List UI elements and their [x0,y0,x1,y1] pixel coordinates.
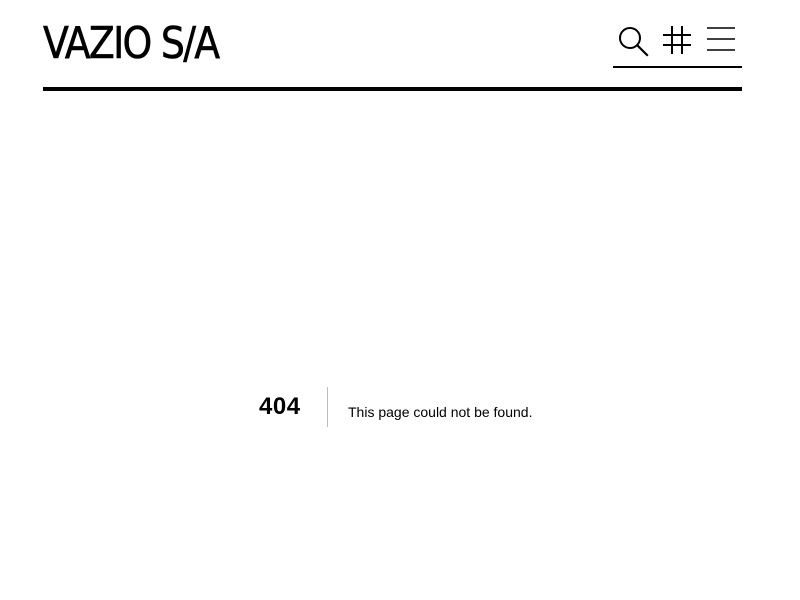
search-button[interactable] [616,24,650,58]
header-divider [43,87,742,91]
error-code: 404 [259,393,301,420]
tags-button[interactable] [661,24,695,58]
site-header: VAZIO S/A [43,0,742,92]
menu-button[interactable] [705,24,739,58]
error-divider [327,387,328,427]
not-found-message: 404 This page could not be found. [0,387,800,427]
menu-icon [707,27,735,51]
search-icon [619,27,649,57]
error-message: This page could not be found. [348,404,533,420]
hashtag-icon [663,26,691,54]
site-logo[interactable]: VAZIO S/A [43,19,221,68]
page: VAZIO S/A 404 This page could not be fou… [0,0,800,600]
header-icon-bar [613,20,742,68]
